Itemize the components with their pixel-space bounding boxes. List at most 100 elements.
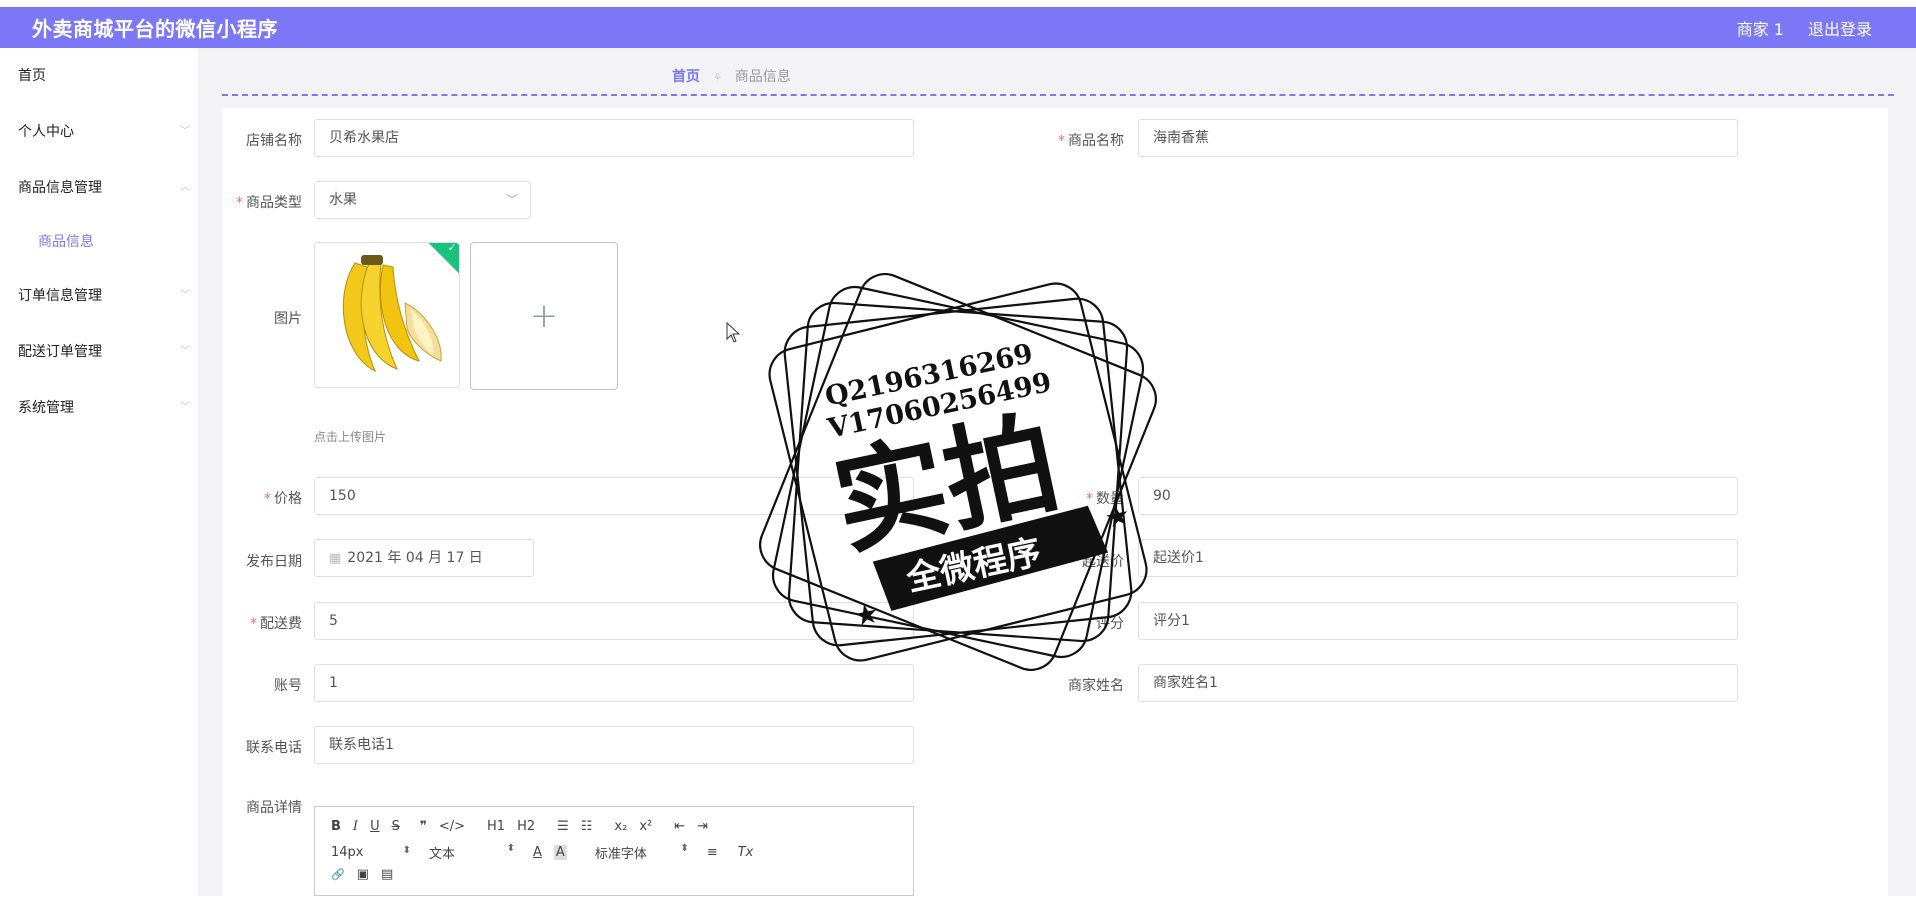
chevron-updown-icon: ⬍	[680, 843, 689, 854]
font-color-icon[interactable]: A	[533, 845, 542, 860]
strike-icon[interactable]: S	[392, 819, 400, 834]
sidebar-item-label: 系统管理	[18, 400, 74, 416]
price-label: * 价格	[264, 491, 302, 507]
product-type-value: 水果	[329, 192, 357, 208]
user-name[interactable]: 商家 1	[1737, 16, 1784, 40]
rating-input[interactable]: 评分1	[1138, 602, 1738, 640]
chevron-updown-icon: ⬍	[402, 845, 411, 856]
bullet-list-icon[interactable]: ☷	[581, 819, 593, 834]
sidebar-subitem-product-info[interactable]: 商品信息	[0, 216, 198, 268]
sidebar-item-label: 配送订单管理	[18, 344, 102, 360]
app-title: 外卖商城平台的微信小程序	[32, 17, 278, 41]
heading-1-icon[interactable]: H1	[487, 819, 505, 834]
divider	[222, 94, 1894, 96]
logout-button[interactable]: 退出登录	[1808, 16, 1872, 40]
publish-date-picker[interactable]: ▦ 2021 年 04 月 17 日	[314, 539, 534, 577]
chevron-down-icon: ﹀	[505, 193, 518, 207]
calendar-icon: ▦	[329, 551, 342, 566]
rich-text-editor: B I U S ❞ </> H1 H2 ☰ ☷ x₂ x² ⇤ ⇥ 14px ⬍ …	[314, 806, 914, 896]
sidebar: 首页 个人中心 ﹀ 商品信息管理 ︿ 商品信息 订单信息管理 ﹀ 配送订单管理 …	[0, 48, 199, 896]
font-size-picker[interactable]: 14px ⬍	[331, 845, 411, 860]
italic-icon[interactable]: I	[353, 819, 358, 834]
link-icon[interactable]: 🔗	[331, 868, 345, 881]
quantity-input[interactable]: 90	[1138, 477, 1738, 515]
code-icon[interactable]: </>	[439, 819, 465, 834]
image-label: 图片	[274, 311, 302, 327]
underline-icon[interactable]: U	[370, 819, 380, 834]
main-area: 首页 ⚘ 商品信息	[198, 48, 1916, 908]
sidebar-item-delivery-management[interactable]: 配送订单管理 ﹀	[0, 324, 198, 380]
delivery-fee-input[interactable]: 5	[314, 602, 914, 640]
chevron-down-icon: ﹀	[180, 290, 190, 301]
product-name-label: * 商品名称	[1058, 133, 1124, 149]
top-bar: 外卖商城平台的微信小程序 商家 1 退出登录	[0, 7, 1916, 48]
breadcrumb: 首页 ⚘ 商品信息	[672, 66, 791, 86]
image-upload-button[interactable]: +	[470, 242, 618, 390]
subscript-icon[interactable]: x₂	[614, 819, 627, 834]
check-icon: ✓	[447, 242, 457, 254]
publish-date-label: 发布日期	[246, 554, 302, 570]
ordered-list-icon[interactable]: ☰	[557, 819, 569, 834]
chevron-down-icon: ﹀	[180, 402, 190, 413]
details-label: 商品详情	[246, 800, 302, 816]
min-price-input[interactable]: 起送价1	[1138, 539, 1738, 577]
min-price-label: 起送价	[1082, 554, 1124, 570]
image-icon[interactable]: ▣	[357, 867, 369, 882]
sidebar-item-home[interactable]: 首页	[0, 48, 198, 104]
sidebar-item-order-management[interactable]: 订单信息管理 ﹀	[0, 268, 198, 324]
font-size-value: 14px	[331, 845, 364, 860]
product-name-input[interactable]: 海南香蕉	[1138, 119, 1738, 157]
block-type-picker[interactable]: 文本 ⬍	[429, 843, 515, 862]
price-input[interactable]: 150	[314, 477, 914, 515]
video-icon[interactable]: ▤	[381, 867, 393, 882]
clear-format-icon[interactable]: Tx	[738, 845, 754, 860]
heading-2-icon[interactable]: H2	[517, 819, 535, 834]
rating-label: 评分	[1096, 616, 1124, 632]
sidebar-item-product-management[interactable]: 商品信息管理 ︿	[0, 160, 198, 216]
editor-toolbar-row-3: 🔗 ▣ ▤	[331, 867, 405, 882]
sidebar-item-label: 商品信息管理	[18, 180, 102, 196]
sidebar-item-label: 个人中心	[18, 124, 74, 140]
product-type-select[interactable]: 水果 ﹀	[314, 181, 531, 219]
merchant-name-input[interactable]: 商家姓名1	[1138, 664, 1738, 702]
mouse-cursor-icon	[726, 322, 741, 343]
breadcrumb-current: 商品信息	[734, 69, 791, 85]
bold-icon[interactable]: B	[331, 819, 341, 834]
upload-hint: 点击上传图片	[314, 430, 387, 444]
sidebar-item-label: 订单信息管理	[18, 288, 102, 304]
chevron-down-icon: ﹀	[180, 126, 190, 137]
account-label: 账号	[274, 678, 302, 694]
font-family-value: 标准字体	[594, 847, 647, 862]
outdent-icon[interactable]: ⇤	[674, 819, 685, 834]
editor-toolbar-row-1: B I U S ❞ </> H1 H2 ☰ ☷ x₂ x² ⇤ ⇥	[331, 819, 720, 834]
breadcrumb-home[interactable]: 首页	[672, 69, 700, 85]
background-color-icon[interactable]: A	[553, 845, 567, 860]
chevron-updown-icon: ⬍	[506, 843, 515, 854]
product-image-thumbnail[interactable]: ✓	[314, 242, 460, 388]
merchant-name-label: 商家姓名	[1068, 678, 1124, 694]
editor-toolbar-row-2: 14px ⬍ 文本 ⬍ A A 标准字体 ⬍ ≡ Tx	[331, 843, 765, 862]
indent-icon[interactable]: ⇥	[697, 819, 708, 834]
sidebar-item-system[interactable]: 系统管理 ﹀	[0, 380, 198, 436]
product-type-label: * 商品类型	[236, 195, 302, 211]
phone-input[interactable]: 联系电话1	[314, 726, 914, 764]
shop-name-input[interactable]: 贝希水果店	[314, 119, 914, 157]
chevron-up-icon: ︿	[180, 182, 190, 193]
block-type-value: 文本	[429, 847, 456, 862]
top-right-actions: 商家 1 退出登录	[1737, 16, 1872, 40]
font-family-picker[interactable]: 标准字体 ⬍	[595, 843, 689, 862]
phone-label: 联系电话	[246, 740, 302, 756]
sidebar-item-profile[interactable]: 个人中心 ﹀	[0, 104, 198, 160]
quantity-label: * 数量	[1086, 491, 1124, 507]
quote-icon[interactable]: ❞	[420, 819, 427, 834]
breadcrumb-separator-icon: ⚘	[712, 71, 723, 84]
superscript-icon[interactable]: x²	[639, 819, 652, 834]
sidebar-item-label: 首页	[18, 68, 46, 84]
banana-image	[315, 243, 459, 387]
align-icon[interactable]: ≡	[707, 845, 718, 860]
delivery-fee-label: * 配送费	[250, 616, 302, 632]
chevron-down-icon: ﹀	[180, 346, 190, 357]
shop-name-label: 店铺名称	[246, 133, 302, 149]
publish-date-value: 2021 年 04 月 17 日	[347, 550, 483, 566]
account-input[interactable]: 1	[314, 664, 914, 702]
